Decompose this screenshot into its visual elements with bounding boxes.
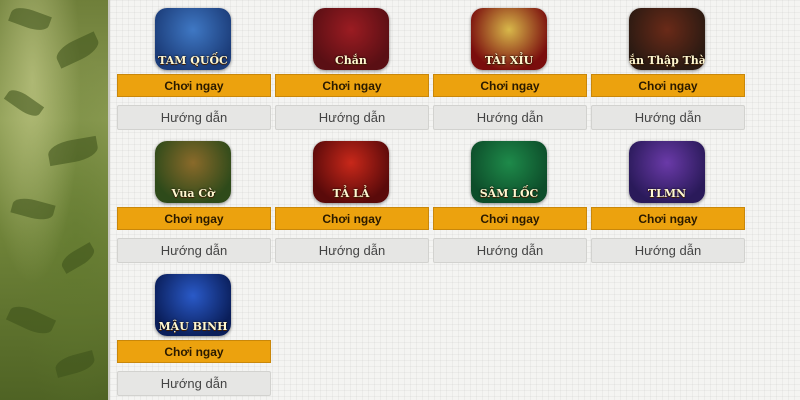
game-icon-title: Vua Cờ [171,187,215,200]
chan-icon[interactable]: Chắn [313,8,389,70]
play-now-button[interactable]: Chơi ngay [433,74,587,97]
guide-button[interactable]: Hướng dẫn [117,371,271,396]
game-icon-title: TAM QUỐC [158,54,228,67]
guide-button[interactable]: Hướng dẫn [433,238,587,263]
chan-thap-thanh-icon[interactable]: Chắn Thập Thành [629,8,705,70]
game-icon-title: TÀI XỈU [484,54,534,67]
decorative-side-panel [0,0,108,400]
guide-button[interactable]: Hướng dẫn [117,238,271,263]
guide-button[interactable]: Hướng dẫn [591,238,745,263]
game-icon-title: TẢ LẢ [332,187,370,200]
sam-loc-icon[interactable]: SÂM LỐC [471,141,547,203]
play-now-button[interactable]: Chơi ngay [275,74,429,97]
guide-button[interactable]: Hướng dẫn [591,105,745,130]
game-icon-title: Chắn [335,54,367,67]
tlmn-icon[interactable]: TLMN [629,141,705,203]
guide-button[interactable]: Hướng dẫn [433,105,587,130]
play-now-button[interactable]: Chơi ngay [117,340,271,363]
game-icon-title: TLMN [647,187,687,200]
play-now-button[interactable]: Chơi ngay [591,207,745,230]
play-now-button[interactable]: Chơi ngay [591,74,745,97]
vua-co-icon[interactable]: Vua Cờ [155,141,231,203]
guide-button[interactable]: Hướng dẫn [275,238,429,263]
tai-xiu-icon[interactable]: TÀI XỈU [471,8,547,70]
play-now-button[interactable]: Chơi ngay [117,207,271,230]
game-icon-title: SÂM LỐC [479,187,539,200]
play-now-button[interactable]: Chơi ngay [117,74,271,97]
guide-button[interactable]: Hướng dẫn [275,105,429,130]
guide-button[interactable]: Hướng dẫn [117,105,271,130]
play-now-button[interactable]: Chơi ngay [433,207,587,230]
play-now-button[interactable]: Chơi ngay [275,207,429,230]
game-icon-title: MẬU BINH [158,320,228,333]
tam-quoc-icon[interactable]: TAM QUỐC [155,8,231,70]
game-icon-title: Chắn Thập Thành [629,54,705,67]
mau-binh-icon[interactable]: MẬU BINH [155,274,231,336]
ta-la-icon[interactable]: TẢ LẢ [313,141,389,203]
